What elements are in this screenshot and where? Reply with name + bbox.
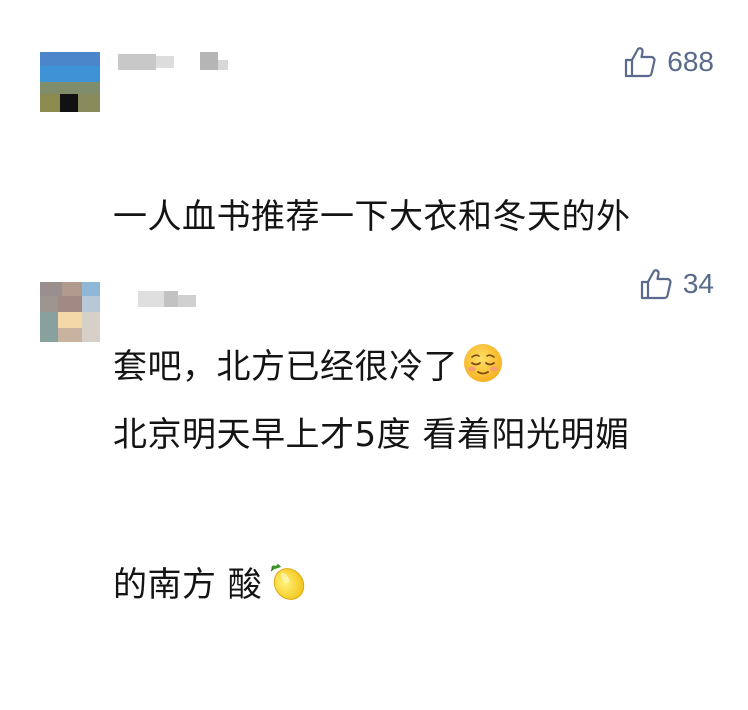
like-button[interactable]: 34 bbox=[639, 267, 714, 301]
avatar[interactable] bbox=[40, 52, 100, 112]
comment-text-line: 北京明天早上才5度 看着阳光明媚 bbox=[113, 415, 630, 455]
lemon-emoji-icon bbox=[271, 564, 305, 600]
like-button[interactable]: 688 bbox=[623, 45, 714, 79]
like-count: 688 bbox=[667, 46, 714, 77]
comment-item: 34 北京明天早上才5度 看着阳光明媚 的南方 酸 bbox=[0, 230, 748, 605]
comment-text: 北京明天早上才5度 看着阳光明媚 的南方 酸 bbox=[113, 310, 708, 710]
comment-text-line: 的南方 酸 bbox=[113, 565, 263, 605]
thumbs-up-icon bbox=[640, 269, 672, 300]
username[interactable] bbox=[138, 287, 198, 309]
avatar[interactable] bbox=[40, 282, 100, 342]
thumbs-up-icon bbox=[625, 47, 656, 78]
comment-item: 688 一人血书推荐一下大衣和冬天的外 套吧，北方已经很冷了 bbox=[0, 0, 748, 387]
like-count: 34 bbox=[682, 268, 714, 299]
username[interactable] bbox=[118, 50, 228, 72]
